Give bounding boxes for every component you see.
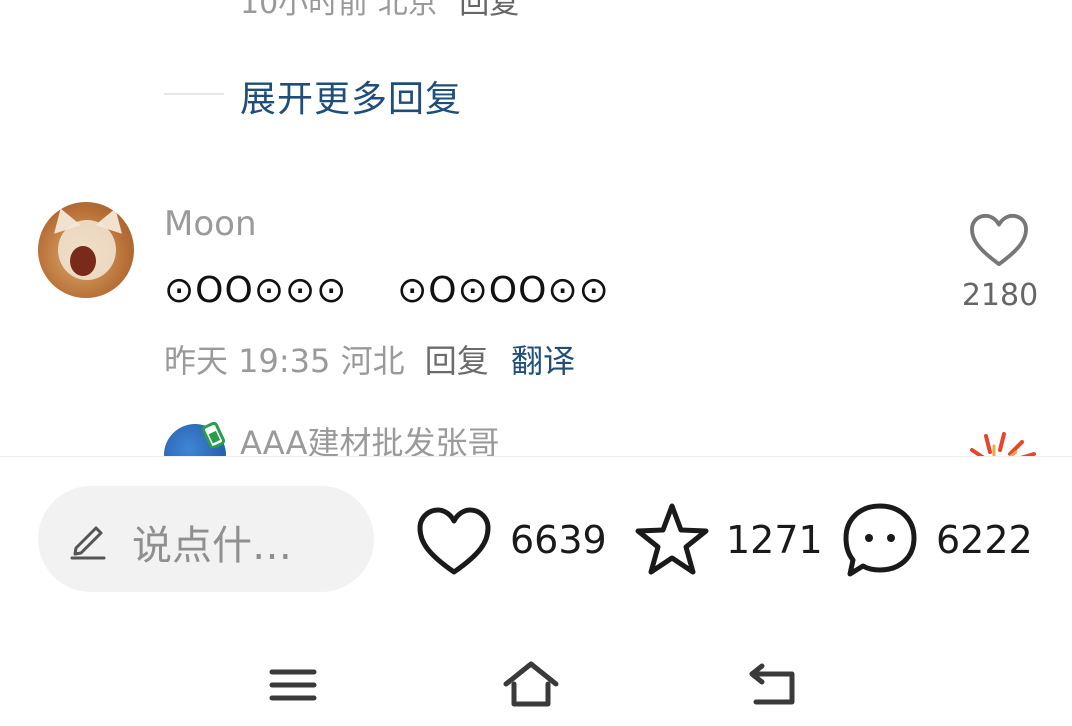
heart-outline-icon[interactable] bbox=[414, 502, 494, 582]
comment-placeholder[interactable]: 说点什… bbox=[132, 513, 292, 571]
badge-icon bbox=[202, 421, 226, 448]
previous-reply-meta: 10小时前 北京 回复 bbox=[240, 0, 519, 22]
comment-like-count: 2180 bbox=[961, 278, 1039, 313]
heart-outline-icon[interactable] bbox=[968, 212, 1030, 268]
reply-button[interactable]: 回复 bbox=[425, 342, 489, 380]
home-icon[interactable] bbox=[502, 660, 560, 710]
translate-button[interactable]: 翻译 bbox=[511, 342, 575, 380]
menu-icon[interactable] bbox=[264, 660, 322, 710]
comment-content: ⊙OO⊙⊙⊙ ⊙O⊙OO⊙⊙ bbox=[164, 270, 610, 311]
previous-reply-time: 10小时前 bbox=[240, 0, 369, 21]
previous-reply-location: 北京 bbox=[377, 0, 438, 21]
avatar[interactable] bbox=[38, 202, 134, 298]
chat-bubble-icon[interactable] bbox=[840, 500, 920, 580]
comment-username[interactable]: Moon bbox=[164, 204, 257, 244]
expand-divider bbox=[164, 93, 224, 95]
comment-location: 河北 bbox=[340, 342, 405, 380]
comment-meta: 昨天 19:35 河北 回复 翻译 bbox=[164, 336, 575, 382]
like-count: 6639 bbox=[510, 518, 607, 562]
expand-more-replies-button[interactable]: 展开更多回复 bbox=[240, 70, 462, 122]
comment-count: 6222 bbox=[936, 518, 1033, 562]
star-outline-icon[interactable] bbox=[632, 500, 712, 580]
comment-time: 昨天 19:35 bbox=[164, 342, 331, 380]
previous-reply-button[interactable]: 回复 bbox=[459, 0, 519, 21]
pencil-icon bbox=[70, 526, 106, 560]
back-icon[interactable] bbox=[744, 660, 802, 710]
favorite-count: 1271 bbox=[726, 518, 823, 562]
